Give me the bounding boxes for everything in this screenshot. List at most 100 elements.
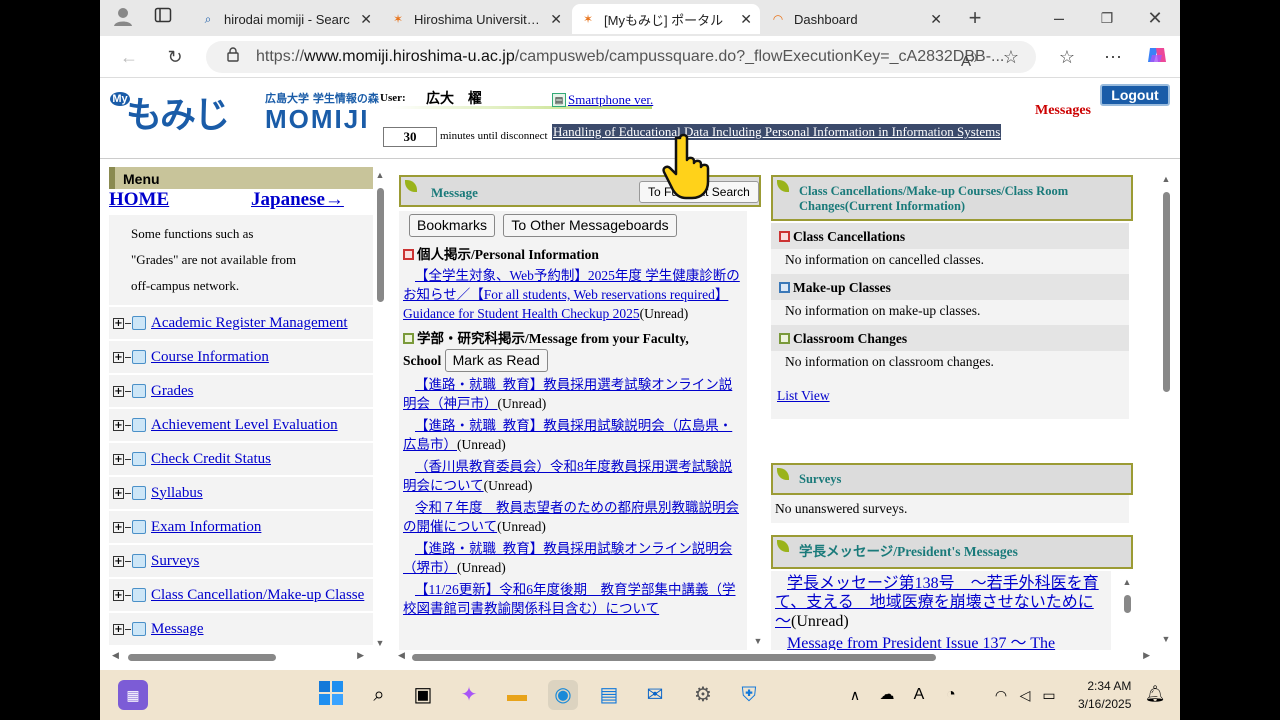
close-icon[interactable]: ✕ [930,11,942,28]
menu-item[interactable]: + Surveys [109,545,373,577]
expand-icon[interactable]: + [113,419,124,431]
clock[interactable]: 2:34 AM 3/16/2025 [1078,677,1131,713]
menu-item-label[interactable]: Exam Information [151,519,261,536]
main-hscrollbar[interactable]: ◀ ▶ [396,650,1152,664]
smartphone-link[interactable]: Smartphone ver. [552,92,653,108]
home-link[interactable]: HOME [109,189,169,211]
expand-icon[interactable]: + [113,521,124,533]
read-aloud-icon[interactable]: A)) [956,44,982,70]
menu-item[interactable]: + Exam Information [109,511,373,543]
scroll-left-icon[interactable]: ◀ [112,650,119,661]
tab-hiroshima-university[interactable]: ✶ Hiroshima University S ✕ [382,4,570,34]
menu-item-label[interactable]: Check Credit Status [151,451,271,468]
edge-icon[interactable]: ◉ [548,680,578,710]
menu-item-label[interactable]: Achievement Level Evaluation [151,417,338,434]
battery-icon[interactable]: ▭ [1034,680,1064,710]
scroll-thumb[interactable] [1124,595,1131,613]
scroll-up-icon[interactable]: ▲ [374,170,386,180]
restore-icon[interactable]: ❐ [1094,5,1120,31]
message-link[interactable]: 令和７年度 教員志望者のための都府県別教職説明会の開催について [403,500,739,534]
expand-icon[interactable]: + [113,623,124,635]
menu-item-label[interactable]: Message [151,621,204,638]
expand-icon[interactable]: + [113,317,124,329]
tab-actions-icon[interactable] [150,5,176,31]
menu-item-label[interactable]: Course Information [151,349,269,366]
minimize-icon[interactable]: – [1046,5,1072,31]
settings-icon[interactable]: ⚙ [688,680,718,710]
expand-icon[interactable]: + [113,555,124,567]
close-window-icon[interactable]: ✕ [1142,5,1168,31]
message-link[interactable]: 【進路・就職_教育】教員採用選考試験オンライン説明会（神戸市） [403,377,732,411]
close-icon[interactable]: ✕ [550,11,562,28]
favorites-icon[interactable]: ☆ [1054,44,1080,70]
menu-item[interactable]: + Academic Register Management [109,307,373,339]
mark-as-read-button[interactable]: Mark as Read [444,349,548,372]
scroll-left-icon[interactable]: ◀ [398,650,405,661]
expand-icon[interactable]: + [113,385,124,397]
message-link[interactable]: （香川県教育委員会）令和8年度教員採用選考試験説明会について [403,459,732,493]
menu-hscrollbar[interactable]: ◀ ▶ [110,650,366,664]
more-menu-icon[interactable]: ⋯ [1100,44,1126,70]
expand-icon[interactable]: + [113,453,124,465]
chevron-up-icon[interactable]: ∧ [840,680,870,710]
scroll-thumb[interactable] [412,654,936,661]
list-view-link[interactable]: List View [777,388,830,403]
outlook-icon[interactable]: ✉ [640,680,670,710]
site-info-icon[interactable] [220,44,246,70]
expand-icon[interactable]: + [113,351,124,363]
new-tab-icon[interactable]: + [962,5,988,31]
center-scrollbar[interactable]: ▼ [752,214,764,646]
menu-item[interactable]: + Course Information [109,341,373,373]
start-icon[interactable] [316,680,346,710]
message-link[interactable]: 【全学生対象、Web予約制】2025年度 学生健康診断のお知らせ／【For al… [403,268,740,321]
message-link[interactable]: 【進路・就職_教育】教員採用試験オンライン説明会（堺市） [403,541,732,575]
logout-button[interactable]: Logout [1100,84,1170,106]
tab-momiji-portal[interactable]: ✶ [Myもみじ] ポータル ✕ [572,4,760,34]
scroll-up-icon[interactable]: ▲ [1121,577,1133,587]
ime-icon[interactable]: A [904,680,934,710]
scroll-down-icon[interactable]: ▼ [1160,634,1172,644]
scroll-thumb[interactable] [1163,192,1170,392]
scroll-right-icon[interactable]: ▶ [1143,650,1150,661]
notification-bell-icon[interactable]: 🔔︎ [1140,680,1170,710]
page-scrollbar[interactable]: ▲ ▼ [1160,174,1172,644]
profile-icon[interactable] [110,5,136,31]
menu-item-label[interactable]: Class Cancellation/Make-up Classe [151,587,364,604]
japanese-link[interactable]: Japanese→ [251,189,344,211]
menu-item-label[interactable]: Academic Register Management [151,315,348,332]
search-icon[interactable]: ⌕ [364,680,394,710]
widgets-icon[interactable]: ▦ [118,680,148,710]
close-icon[interactable]: ✕ [360,11,372,28]
file-explorer-icon[interactable]: ▬ [502,680,532,710]
back-icon[interactable]: ← [116,44,142,70]
other-messageboards-button[interactable]: To Other Messageboards [503,214,677,237]
menu-item[interactable]: + Achievement Level Evaluation [109,409,373,441]
copilot-icon[interactable] [1144,44,1170,70]
scroll-thumb[interactable] [128,654,276,661]
close-icon[interactable]: ✕ [740,11,752,28]
battery-saver-icon[interactable]: ◔ [936,680,966,710]
notice-link[interactable]: Handling of Educational Data Including P… [552,124,1002,140]
menu-item[interactable]: + Grades [109,375,373,407]
scroll-right-icon[interactable]: ▶ [357,650,364,661]
expand-icon[interactable]: + [113,487,124,499]
copilot-icon[interactable]: ✦ [454,680,484,710]
scroll-up-icon[interactable]: ▲ [1160,174,1172,184]
refresh-icon[interactable]: ↻ [162,44,188,70]
task-view-icon[interactable]: ▣ [408,680,438,710]
message-link[interactable]: 【進路・就職_教育】教員採用試験説明会（広島県・広島市） [403,418,732,452]
store-icon[interactable]: ▤ [594,680,624,710]
menu-item-label[interactable]: Surveys [151,553,199,570]
url-field[interactable]: https://www.momiji.hiroshima-u.ac.jp/cam… [206,41,1036,73]
menu-scrollbar[interactable]: ▲ ▼ [374,170,386,648]
bookmarks-button[interactable]: Bookmarks [409,214,496,237]
cloud-icon[interactable]: ☁ [872,680,902,710]
menu-item[interactable]: + Syllabus [109,477,373,509]
menu-item[interactable]: + Message [109,613,373,645]
favorite-star-icon[interactable]: ☆ [998,44,1024,70]
menu-item-label[interactable]: Syllabus [151,485,203,502]
menu-item[interactable]: + Class Cancellation/Make-up Classe [109,579,373,611]
president-scrollbar[interactable]: ▲ [1121,573,1133,633]
scroll-down-icon[interactable]: ▼ [752,636,764,646]
scroll-down-icon[interactable]: ▼ [374,638,386,648]
